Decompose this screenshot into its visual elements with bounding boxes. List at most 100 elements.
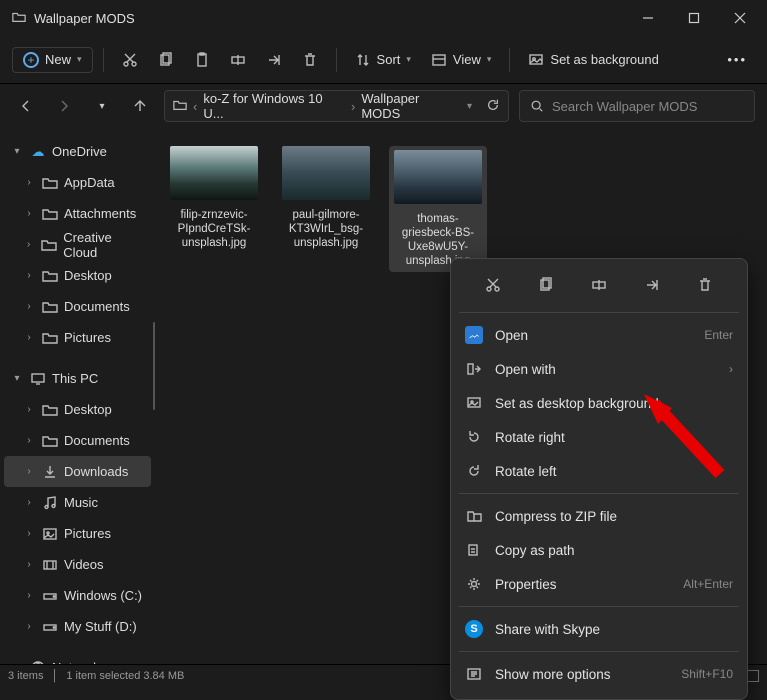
separator [509,48,510,72]
menu-item-copy-path[interactable]: Copy as path [451,533,747,567]
sidebar-item-pictures2[interactable]: ›Pictures [4,518,151,549]
back-button[interactable] [12,92,40,120]
sidebar-item-label: Creative Cloud [63,230,145,260]
address-bar[interactable]: ‹ ko-Z for Windows 10 U... › Wallpaper M… [164,90,509,122]
menu-item-share-skype[interactable]: S Share with Skype [451,612,747,646]
sidebar-item-label: This PC [52,371,98,386]
thumbnail [170,146,258,200]
menu-item-label: Copy as path [495,543,733,558]
menu-item-hint: Shift+F10 [681,667,733,681]
sidebar-item-onedrive[interactable]: ▾☁OneDrive [4,136,151,167]
menu-item-open[interactable]: Open Enter [451,318,747,352]
folder-icon [42,268,58,284]
forward-button[interactable] [50,92,78,120]
sidebar-item-desktop[interactable]: ›Desktop [4,260,151,291]
sidebar-item-creative-cloud[interactable]: ›Creative Cloud [4,229,151,260]
menu-item-rotate-left[interactable]: Rotate left [451,454,747,488]
cut-button[interactable] [114,44,146,76]
music-icon [42,495,58,511]
chevron-right-icon: › [22,332,36,343]
up-button[interactable] [126,92,154,120]
context-share-button[interactable] [636,271,668,299]
search-placeholder: Search Wallpaper MODS [552,99,697,114]
menu-item-label: Rotate left [495,464,733,479]
context-menu: Open Enter Open with › Set as desktop ba… [450,258,748,700]
set-bg-label: Set as background [550,52,658,67]
status-selection: 1 item selected 3.84 MB [66,670,184,682]
menu-divider [459,606,739,607]
chevron-right-icon: › [22,404,36,415]
sidebar-item-pictures[interactable]: › Pictures [4,322,151,353]
menu-item-hint: Alt+Enter [683,577,733,591]
set-background-button[interactable]: Set as background [520,44,666,76]
sidebar-item-desktop2[interactable]: ›Desktop [4,394,151,425]
chevron-down-icon: ▾ [406,54,411,65]
sort-button[interactable]: Sort ▾ [347,44,419,76]
refresh-button[interactable] [486,98,500,115]
sidebar-item-attachments[interactable]: ›Attachments [4,198,151,229]
thumbnail [394,150,482,204]
sidebar-item-this-pc[interactable]: ▾This PC [4,363,151,394]
chevron-right-icon: › [22,208,36,219]
sidebar-item-windows-c[interactable]: ›Windows (C:) [4,580,151,611]
file-item[interactable]: filip-zrnzevic-PIpndCreTSk-unsplash.jpg [165,146,263,250]
sidebar-item-label: Pictures [64,526,111,541]
menu-item-label: Show more options [495,667,669,682]
sidebar-item-label: Pictures [64,330,111,345]
chevron-down-icon: ▾ [77,54,82,65]
status-item-count: 3 items [8,670,43,682]
context-delete-button[interactable] [689,271,721,299]
recent-dropdown[interactable]: ▾ [88,92,116,120]
paste-button[interactable] [186,44,218,76]
more-button[interactable]: ••• [719,44,755,76]
minimize-button[interactable] [625,0,671,36]
menu-item-label: Compress to ZIP file [495,509,733,524]
sidebar-item-music[interactable]: ›Music [4,487,151,518]
context-cut-button[interactable] [477,271,509,299]
rename-button[interactable] [222,44,254,76]
window-title: Wallpaper MODS [34,11,135,26]
breadcrumb[interactable]: Wallpaper MODS [361,91,461,121]
view-button[interactable]: View ▾ [423,44,499,76]
breadcrumb[interactable]: ko-Z for Windows 10 U... [203,91,345,121]
folder-icon [41,237,57,253]
sidebar-item-label: Downloads [64,464,128,479]
chevron-right-icon: › [351,99,355,114]
context-rename-button[interactable] [583,271,615,299]
menu-item-properties[interactable]: Properties Alt+Enter [451,567,747,601]
chevron-right-icon: › [22,435,36,446]
sidebar-item-documents[interactable]: ›Documents [4,291,151,322]
chevron-right-icon: › [22,559,36,570]
file-item-selected[interactable]: thomas-griesbeck-BS-Uxe8wU5Y-unsplash.jp… [389,146,487,272]
sidebar-item-network[interactable]: ›Network [4,652,151,664]
menu-item-label: Set as desktop background [495,396,733,411]
sidebar-item-appdata[interactable]: ›AppData [4,167,151,198]
view-label: View [453,52,481,67]
sidebar-item-label: Videos [64,557,104,572]
wallpaper-icon [465,394,483,412]
delete-button[interactable] [294,44,326,76]
chevron-down-icon[interactable]: ▾ [467,101,472,112]
sidebar-item-label: Documents [64,299,130,314]
search-input[interactable]: Search Wallpaper MODS [519,90,755,122]
menu-item-set-desktop-background[interactable]: Set as desktop background [451,386,747,420]
file-item[interactable]: paul-gilmore-KT3WIrL_bsg-unsplash.jpg [277,146,375,250]
copy-button[interactable] [150,44,182,76]
menu-item-open-with[interactable]: Open with › [451,352,747,386]
menu-divider [459,493,739,494]
menu-item-rotate-right[interactable]: Rotate right [451,420,747,454]
share-button[interactable] [258,44,290,76]
menu-divider [459,312,739,313]
sidebar-item-documents2[interactable]: ›Documents [4,425,151,456]
close-button[interactable] [717,0,763,36]
downloads-icon [42,464,58,480]
file-name: paul-gilmore-KT3WIrL_bsg-unsplash.jpg [277,208,375,250]
sidebar-item-videos[interactable]: › Videos [4,549,151,580]
menu-item-compress-zip[interactable]: Compress to ZIP file [451,499,747,533]
sidebar-item-my-stuff-d[interactable]: ›My Stuff (D:) [4,611,151,642]
sidebar-item-downloads[interactable]: ›Downloads [4,456,151,487]
maximize-button[interactable] [671,0,717,36]
new-button[interactable]: + New ▾ [12,47,93,73]
context-copy-button[interactable] [530,271,562,299]
onedrive-icon: ☁ [30,144,46,160]
